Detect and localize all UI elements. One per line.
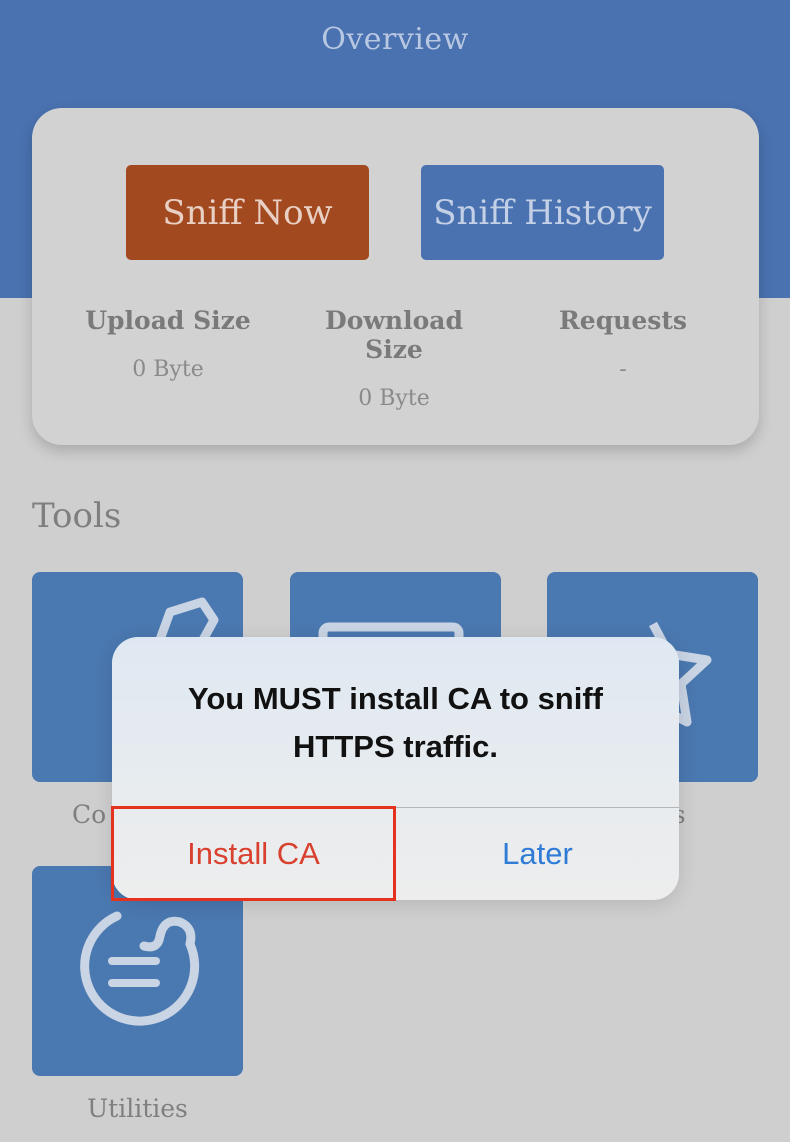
sniff-history-button[interactable]: Sniff History xyxy=(421,165,664,260)
requests-label: Requests xyxy=(559,306,687,335)
sniff-now-button[interactable]: Sniff Now xyxy=(126,165,369,260)
requests-value: - xyxy=(619,357,627,382)
install-ca-alert: You MUST install CA to sniff HTTPS traff… xyxy=(112,637,679,900)
requests-stat: Requests - xyxy=(552,306,694,382)
download-size-stat: Download Size 0 Byte xyxy=(294,306,494,411)
install-ca-button[interactable]: Install CA xyxy=(112,808,395,900)
later-button[interactable]: Later xyxy=(396,808,679,900)
page-title: Overview xyxy=(321,22,469,57)
tools-section-title: Tools xyxy=(32,496,122,536)
upload-size-value: 0 Byte xyxy=(132,357,204,382)
tool-label-compose: Co xyxy=(72,800,107,829)
download-size-label: Download Size xyxy=(325,306,463,364)
upload-size-label: Upload Size xyxy=(85,306,251,335)
overview-card: Sniff Now Sniff History Upload Size 0 By… xyxy=(32,108,759,445)
upload-size-stat: Upload Size 0 Byte xyxy=(80,306,256,382)
tool-label-utilities: Utilities xyxy=(87,1094,188,1123)
alert-message: You MUST install CA to sniff HTTPS traff… xyxy=(187,681,604,764)
download-size-value: 0 Byte xyxy=(358,386,430,411)
